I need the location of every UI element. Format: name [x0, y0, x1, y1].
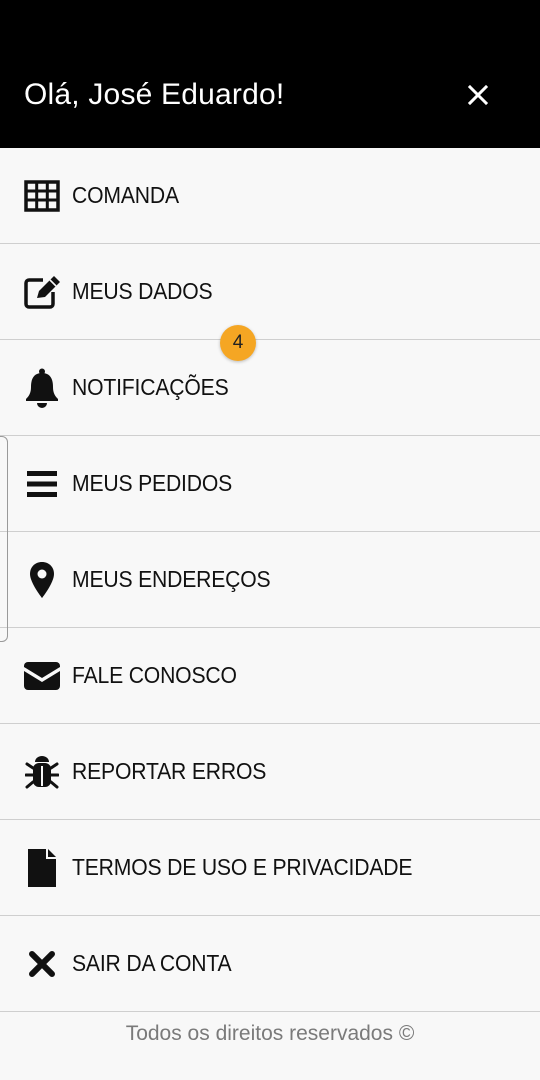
menu-item-meus-dados[interactable]: MEUS DADOS — [0, 244, 540, 340]
menu-item-label: TERMOS DE USO E PRIVACIDADE — [72, 854, 413, 880]
edit-icon — [22, 272, 62, 312]
envelope-icon — [22, 656, 62, 696]
greeting-title: Olá, José Eduardo! — [24, 78, 285, 111]
menu-item-label: MEUS PEDIDOS — [72, 470, 233, 496]
menu-item-meus-enderecos[interactable]: MEUS ENDEREÇOS — [0, 532, 540, 628]
menu-item-label: MEUS ENDEREÇOS — [72, 566, 271, 592]
menu-item-meus-pedidos[interactable]: MEUS PEDIDOS — [0, 436, 540, 532]
bug-icon — [22, 752, 62, 792]
bell-icon — [22, 368, 62, 408]
menu-item-label: REPORTAR ERROS — [72, 758, 267, 784]
menu-item-notificacoes[interactable]: NOTIFICAÇÕES — [0, 340, 540, 436]
footer-copyright: Todos os direitos reservados © — [125, 1022, 415, 1045]
menu-item-termos[interactable]: TERMOS DE USO E PRIVACIDADE — [0, 820, 540, 916]
notifications-badge: 4 — [220, 325, 256, 361]
menu-item-fale-conosco[interactable]: FALE CONOSCO — [0, 628, 540, 724]
table-grid-icon — [22, 176, 62, 216]
map-pin-icon — [22, 560, 62, 600]
menu-item-reportar-erros[interactable]: REPORTAR ERROS — [0, 724, 540, 820]
menu-item-label: COMANDA — [72, 182, 179, 208]
menu-item-sair[interactable]: SAIR DA CONTA — [0, 916, 540, 1012]
drawer-header: Olá, José Eduardo! — [0, 0, 540, 148]
x-mark-icon — [22, 944, 62, 984]
drawer-menu: COMANDA MEUS DADOS NOTIFICAÇÕES MEUS PED… — [0, 148, 540, 1012]
document-icon — [22, 848, 62, 888]
menu-item-label: FALE CONOSCO — [72, 662, 237, 688]
list-icon — [22, 464, 62, 504]
menu-item-label: SAIR DA CONTA — [72, 950, 232, 976]
menu-item-label: NOTIFICAÇÕES — [72, 374, 229, 400]
close-button[interactable] — [458, 76, 498, 114]
close-icon — [467, 84, 489, 106]
menu-item-comanda[interactable]: COMANDA — [0, 148, 540, 244]
drawer-edge-handle[interactable] — [0, 436, 8, 642]
menu-item-label: MEUS DADOS — [72, 278, 213, 304]
